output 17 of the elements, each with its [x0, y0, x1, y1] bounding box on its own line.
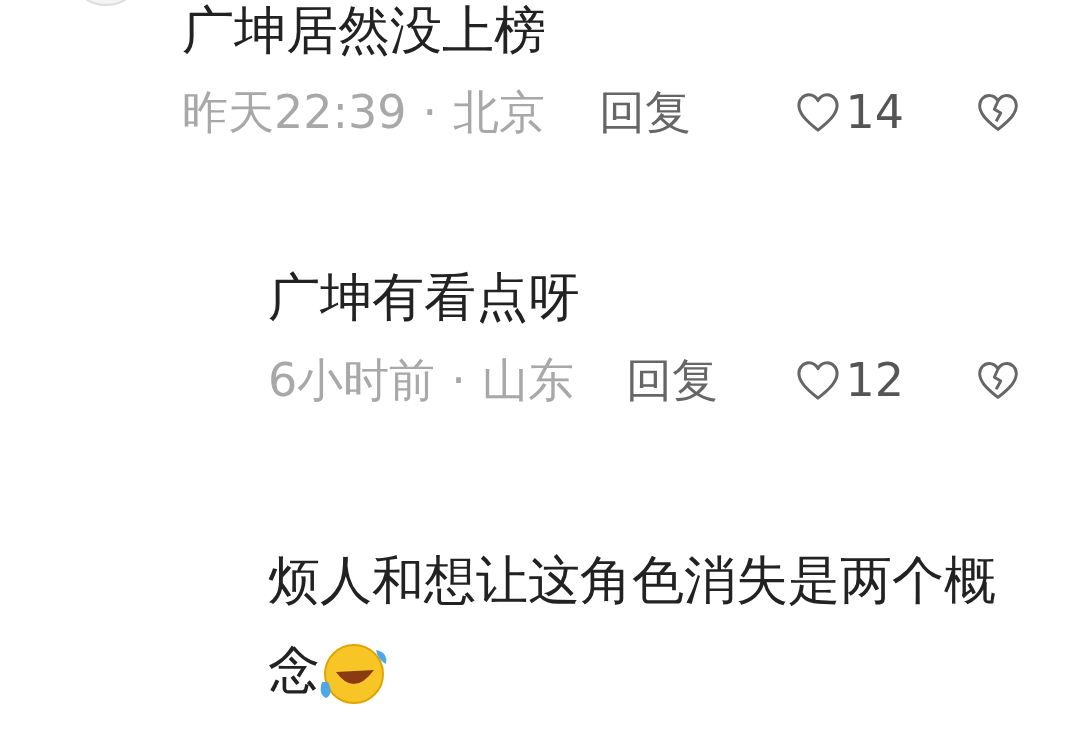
comment-location: 山东 [481, 351, 574, 409]
reply-button[interactable]: 回复 [599, 77, 692, 147]
comment-time: 昨天22:39 [182, 83, 407, 141]
reply-button[interactable]: 回复 [625, 345, 718, 415]
broken-heart-icon[interactable] [976, 91, 1020, 133]
separator-dot: · [451, 351, 466, 409]
heart-icon[interactable] [795, 91, 842, 133]
broken-heart-icon[interactable] [976, 359, 1020, 401]
comment-text: 广坤有看点呀 [268, 266, 581, 329]
like-count: 12 [845, 351, 904, 409]
comment-text: 广坤居然没上榜 [182, 2, 547, 58]
comment-text: 烦人和想让这角色消失是两个概念 [268, 535, 1028, 715]
heart-icon[interactable] [795, 359, 842, 401]
like-count: 14 [845, 83, 904, 141]
comment-time: 6小时前 [268, 351, 436, 409]
comment-location: 北京 [453, 83, 546, 141]
separator-dot: · [422, 83, 438, 141]
